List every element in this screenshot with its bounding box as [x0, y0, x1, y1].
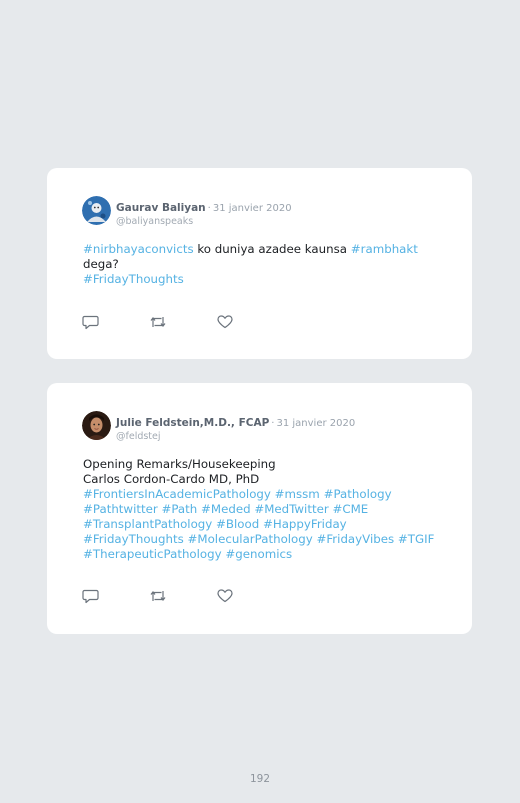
heart-icon[interactable] — [216, 588, 234, 604]
hashtag-link[interactable]: #CME — [332, 502, 368, 516]
author-handle[interactable]: @baliyanspeaks — [116, 216, 292, 227]
separator-dot: · — [207, 203, 211, 214]
hashtag-link[interactable]: #MedTwitter — [254, 502, 328, 516]
tweet-date[interactable]: 31 janvier 2020 — [276, 418, 355, 429]
hashtag-link[interactable]: #FrontiersInAcademicPathology — [83, 487, 271, 501]
tweet-card: Gaurav Baliyan · 31 janvier 2020 @baliyans… — [47, 168, 472, 359]
avatar[interactable] — [82, 196, 111, 225]
tweet-date[interactable]: 31 janvier 2020 — [213, 203, 292, 214]
author-name[interactable]: Julie Feldstein,M.D., FCAP — [116, 417, 269, 429]
tweet-header: Gaurav Baliyan · 31 janvier 2020 @baliyans… — [116, 196, 292, 227]
tweet-text: #nirbhayaconvicts ko duniya azadee kauns… — [83, 242, 453, 287]
hashtag-link[interactable]: #rambhakt — [351, 242, 418, 256]
hashtag-link[interactable]: #FridayVibes — [317, 532, 395, 546]
hashtag-link[interactable]: #genomics — [225, 547, 292, 561]
reply-icon[interactable] — [82, 588, 100, 604]
hashtag-link[interactable]: #Path — [161, 502, 197, 516]
hashtag-link[interactable]: #nirbhayaconvicts — [83, 242, 194, 256]
author-name[interactable]: Gaurav Baliyan — [116, 202, 206, 214]
hashtag-link[interactable]: #TherapeuticPathology — [83, 547, 222, 561]
tweet-text-line: Opening Remarks/Housekeeping — [83, 457, 276, 471]
heart-icon[interactable] — [216, 314, 234, 330]
hashtag-link[interactable]: #Meded — [201, 502, 251, 516]
hashtag-link[interactable]: #FridayThoughts — [83, 532, 184, 546]
hashtag-link[interactable]: #Pathtwitter — [83, 502, 158, 516]
tweet-text: Opening Remarks/Housekeeping Carlos Cord… — [83, 457, 453, 562]
page-number: 192 — [249, 773, 271, 785]
avatar[interactable] — [82, 411, 111, 440]
hashtag-link[interactable]: #MolecularPathology — [188, 532, 313, 546]
hashtag-link[interactable]: #FridayThoughts — [83, 272, 184, 286]
hashtag-link[interactable]: #mssm — [275, 487, 320, 501]
hashtag-link[interactable]: #Pathology — [324, 487, 392, 501]
reply-icon[interactable] — [82, 314, 100, 330]
tweet-text-line: Carlos Cordon-Cardo MD, PhD — [83, 472, 260, 486]
retweet-icon[interactable] — [149, 314, 167, 330]
tweet-card: Julie Feldstein,M.D., FCAP · 31 janvier 20… — [47, 383, 472, 634]
author-handle[interactable]: @feldstej — [116, 431, 355, 442]
hashtag-link[interactable]: #TGIF — [398, 532, 435, 546]
hashtag-link[interactable]: #HappyFriday — [263, 517, 347, 531]
tweet-header: Julie Feldstein,M.D., FCAP · 31 janvier 20… — [116, 411, 355, 442]
separator-dot: · — [271, 418, 275, 429]
retweet-icon[interactable] — [149, 588, 167, 604]
hashtag-link[interactable]: #Blood — [216, 517, 259, 531]
tweet-text-fragment: ko duniya azadee kaunsa — [193, 242, 351, 256]
hashtag-link[interactable]: #TransplantPathology — [83, 517, 212, 531]
tweet-text-fragment: dega? — [83, 257, 119, 271]
